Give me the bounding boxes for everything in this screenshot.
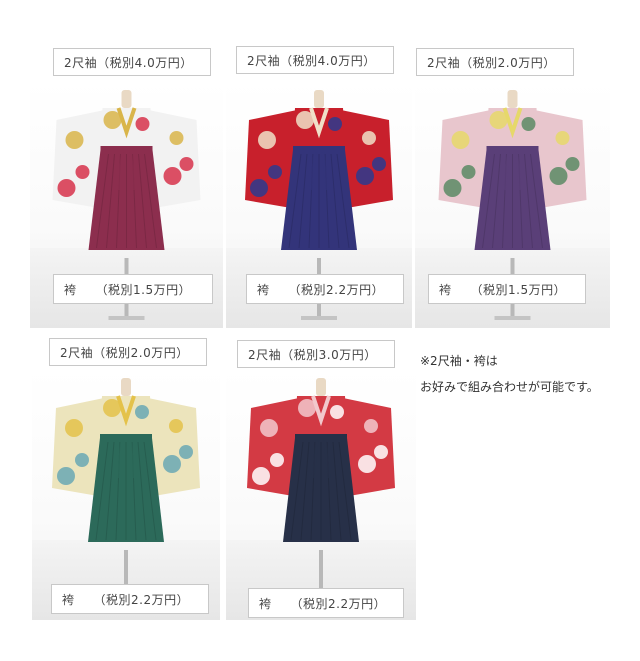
hakama-price-label: 袴 （税別2.2万円）	[246, 274, 404, 304]
kimono-pattern-motif	[179, 445, 193, 459]
kimono-pattern-motif	[169, 419, 183, 433]
mannequin-neck	[507, 90, 518, 108]
kimono-pattern-motif	[270, 453, 284, 467]
hakama-price-label: 袴 （税別1.5万円）	[53, 274, 213, 304]
sleeve-price-label: 2尺袖（税別2.0万円）	[49, 338, 207, 366]
kimono-pattern-motif	[57, 179, 76, 197]
kimono-pattern-motif	[364, 419, 378, 433]
kimono-pattern-motif	[260, 419, 278, 437]
mannequin-neck	[121, 90, 132, 108]
kimono-pattern-motif	[298, 399, 316, 417]
hakama-waistband	[295, 434, 347, 440]
mannequin-neck	[316, 378, 326, 396]
hakama-price-label: 袴 （税別2.2万円）	[51, 584, 209, 614]
sleeve-price-label: 2尺袖（税別2.0万円）	[416, 48, 574, 76]
stand-base	[108, 316, 145, 320]
kimono-pattern-motif	[169, 131, 184, 145]
kimono-pattern-motif	[250, 179, 268, 197]
kimono-pattern-motif	[75, 453, 89, 467]
hakama-waistband	[486, 146, 539, 152]
kimono-pattern-motif	[521, 117, 536, 131]
mannequin-neck	[121, 378, 131, 396]
mannequin-neck	[314, 90, 324, 108]
stand-base	[301, 316, 337, 320]
kimono-pattern-motif	[75, 165, 90, 179]
combination-note-line2: お好みで組み合わせが可能です。	[420, 380, 599, 394]
kimono-pattern-motif	[362, 131, 376, 145]
kimono-pattern-motif	[268, 165, 282, 179]
kimono-pattern-motif	[374, 445, 388, 459]
kimono-pattern-motif	[103, 399, 121, 417]
hakama-waistband	[100, 434, 152, 440]
kimono-photo	[32, 368, 220, 620]
kimono-pattern-motif	[555, 131, 570, 145]
kimono-pattern-motif	[103, 111, 122, 129]
hakama-price-label: 袴 （税別1.5万円）	[428, 274, 586, 304]
sleeve-price-label: 2尺袖（税別4.0万円）	[53, 48, 211, 76]
kimono-pattern-motif	[296, 111, 314, 129]
kimono-pattern-motif	[356, 167, 374, 185]
hakama-price-label: 袴 （税別2.2万円）	[248, 588, 404, 618]
kimono-pattern-motif	[372, 157, 386, 171]
stand-base	[494, 316, 531, 320]
kimono-pattern-motif	[135, 405, 149, 419]
kimono-pattern-motif	[328, 117, 342, 131]
hakama-waistband	[293, 146, 345, 152]
kimono-pattern-motif	[451, 131, 470, 149]
kimono-pattern-motif	[65, 131, 84, 149]
kimono-pattern-motif	[549, 167, 568, 185]
kimono-pattern-motif	[163, 167, 182, 185]
kimono-pattern-motif	[252, 467, 270, 485]
kimono-pattern-motif	[461, 165, 476, 179]
kimono-pattern-motif	[565, 157, 580, 171]
combination-note-line1: ※2尺袖・袴は	[420, 354, 498, 368]
kimono-pattern-motif	[258, 131, 276, 149]
kimono-pattern-motif	[330, 405, 344, 419]
kimono-pattern-motif	[358, 455, 376, 473]
kimono-pattern-motif	[163, 455, 181, 473]
hakama-waistband	[100, 146, 153, 152]
kimono-pattern-motif	[57, 467, 75, 485]
kimono-photo	[226, 368, 416, 620]
kimono-pattern-motif	[489, 111, 508, 129]
kimono-pattern-motif	[135, 117, 150, 131]
kimono-pattern-motif	[65, 419, 83, 437]
kimono-pattern-motif	[443, 179, 462, 197]
sleeve-price-label: 2尺袖（税別3.0万円）	[237, 340, 395, 368]
sleeve-price-label: 2尺袖（税別4.0万円）	[236, 46, 394, 74]
kimono-pattern-motif	[179, 157, 194, 171]
